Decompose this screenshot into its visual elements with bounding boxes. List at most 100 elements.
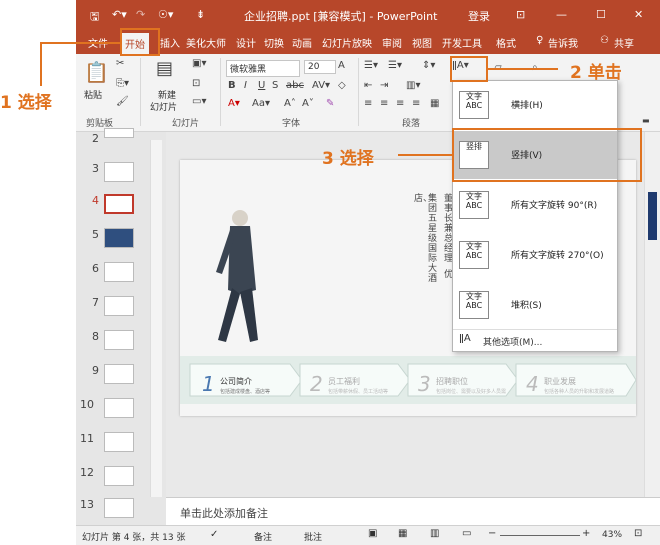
collapse-ribbon-icon[interactable]: ▬	[642, 116, 650, 125]
font-name-select[interactable]: 微软雅黑	[226, 60, 300, 77]
align-center-icon[interactable]: ≡	[380, 98, 388, 109]
undo-icon[interactable]: ↶▾	[112, 8, 127, 21]
slide-thumbnail[interactable]	[104, 498, 134, 518]
layout-icon[interactable]: ▣▾	[192, 58, 206, 69]
increase-indent-icon[interactable]: ⇥	[380, 80, 388, 91]
paste-button[interactable]: 粘贴	[84, 88, 102, 101]
clear-format-icon[interactable]: ◇	[338, 80, 346, 91]
justify-icon[interactable]: ≡	[412, 98, 420, 109]
tab-animations[interactable]: 动画	[292, 35, 312, 50]
dd-rotate-90[interactable]: 文字ABC 所有文字旋转 90°(R)	[453, 181, 617, 229]
save-icon[interactable]: 🖫	[90, 8, 99, 27]
notes-pane[interactable]: 单击此处添加备注	[166, 497, 660, 525]
fit-slide-icon[interactable]: ⊡	[634, 528, 642, 539]
scroll-thumb[interactable]	[648, 192, 657, 240]
font-color-icon[interactable]: A▾	[228, 98, 240, 109]
shadow-icon[interactable]: S	[272, 80, 278, 91]
qat-more-icon[interactable]: ⇟	[196, 8, 205, 21]
align-left-icon[interactable]: ≡	[364, 98, 372, 109]
redo-icon[interactable]: ↷	[136, 8, 145, 21]
rotate-270-icon: 文字ABC	[459, 241, 489, 269]
slide-thumbnail[interactable]	[104, 432, 134, 452]
tell-me-box[interactable]: 告诉我	[548, 35, 578, 50]
new-slide-label-2[interactable]: 幻灯片	[150, 100, 177, 113]
underline-icon[interactable]: U	[258, 80, 265, 91]
slide-thumbnail[interactable]	[104, 262, 134, 282]
share-button[interactable]: 共享	[614, 35, 634, 50]
slide-thumbnail[interactable]	[104, 228, 134, 248]
share-icon[interactable]: ⚇	[600, 35, 609, 46]
dd-more-options[interactable]: 其他选项(M)...	[483, 335, 542, 348]
new-slide-icon[interactable]: ▤	[156, 58, 173, 79]
highlight-icon[interactable]: ✎	[326, 98, 334, 109]
slide-info: 幻灯片 第 4 张，共 13 张	[82, 533, 186, 543]
slide-thumbnail[interactable]	[104, 296, 134, 316]
spellcheck-icon[interactable]: ✓	[210, 529, 218, 540]
thumbnails-scrollbar[interactable]	[150, 140, 162, 497]
strikethrough-icon[interactable]: abc	[286, 80, 304, 91]
copy-icon[interactable]: ⎘▾	[116, 78, 129, 89]
canvas-scrollbar[interactable]	[644, 132, 660, 497]
cut-icon[interactable]: ✂	[116, 58, 124, 69]
slide-thumbnail-selected[interactable]	[104, 194, 134, 214]
tab-review[interactable]: 审阅	[382, 35, 402, 50]
tab-slideshow[interactable]: 幻灯片放映	[322, 35, 372, 50]
slide-thumbnail[interactable]	[104, 330, 134, 350]
login-link[interactable]: 登录	[468, 8, 490, 24]
minimize-icon[interactable]: —	[556, 8, 567, 21]
numbering-icon[interactable]: ☰▾	[388, 60, 402, 71]
slide-thumbnail[interactable]	[104, 162, 134, 182]
bold-icon[interactable]: B	[228, 80, 236, 91]
line-spacing-icon[interactable]: ⇕▾	[422, 60, 435, 71]
dd-stacked[interactable]: 文字ABC 堆积(S)	[453, 281, 617, 329]
dd-horizontal[interactable]: 文字ABC 横排(H)	[453, 81, 617, 129]
tab-transitions[interactable]: 切换	[264, 35, 284, 50]
maximize-icon[interactable]: ☐	[596, 8, 606, 21]
align-right-icon[interactable]: ≡	[396, 98, 404, 109]
distributed-icon[interactable]: ▦	[430, 98, 439, 109]
walking-man-image	[216, 210, 258, 342]
tab-view[interactable]: 视图	[412, 35, 432, 50]
dd-rotate-270[interactable]: 文字ABC 所有文字旋转 270°(O)	[453, 231, 617, 279]
step-subtitle: 包括带薪休假、员工活动等	[328, 389, 389, 395]
sorter-view-icon[interactable]: ▦	[398, 528, 407, 539]
slide-thumbnail[interactable]	[104, 398, 134, 418]
char-spacing-icon[interactable]: AV▾	[312, 80, 330, 91]
decrease-font-icon[interactable]: A˅	[302, 98, 314, 109]
tab-developer[interactable]: 开发工具	[442, 35, 482, 50]
comments-button[interactable]: 批注	[304, 530, 322, 543]
font-grow-icon[interactable]: A	[338, 60, 345, 71]
font-size-select[interactable]: 20	[304, 60, 336, 74]
tab-design[interactable]: 设计	[236, 35, 256, 50]
zoom-level[interactable]: 43%	[602, 530, 622, 540]
clipboard-icon[interactable]: 📋	[84, 60, 109, 84]
slide-thumbnail[interactable]	[104, 364, 134, 384]
zoom-in-icon[interactable]: +	[582, 528, 590, 539]
change-case-icon[interactable]: Aa▾	[252, 98, 270, 109]
slideshow-icon[interactable]: ▭	[462, 528, 471, 539]
decrease-indent-icon[interactable]: ⇤	[364, 80, 372, 91]
slide-thumbnail[interactable]	[104, 466, 134, 486]
tab-insert[interactable]: 插入	[160, 35, 180, 50]
increase-font-icon[interactable]: A˄	[284, 98, 296, 109]
columns-icon[interactable]: ▥▾	[406, 80, 420, 91]
section-icon[interactable]: ▭▾	[192, 96, 206, 107]
bullets-icon[interactable]: ☰▾	[364, 60, 378, 71]
notes-placeholder[interactable]: 单击此处添加备注	[180, 505, 268, 521]
tab-format[interactable]: 格式	[496, 35, 516, 50]
tell-me-icon[interactable]: ♀	[536, 35, 543, 46]
slide-thumbnail[interactable]	[104, 128, 134, 138]
zoom-slider[interactable]	[500, 535, 580, 536]
zoom-out-icon[interactable]: −	[488, 528, 496, 539]
format-painter-icon[interactable]: 🖌	[116, 96, 129, 107]
notes-button[interactable]: 备注	[254, 530, 272, 543]
tab-beautify[interactable]: 美化大师	[186, 35, 226, 50]
reading-view-icon[interactable]: ▥	[430, 528, 439, 539]
slide-number: 6	[92, 262, 99, 275]
italic-icon[interactable]: I	[244, 80, 247, 91]
ribbon-display-icon[interactable]: ⊡	[516, 8, 525, 21]
normal-view-icon[interactable]: ▣	[368, 528, 377, 539]
close-icon[interactable]: ✕	[634, 8, 643, 21]
reset-icon[interactable]: ⊡	[192, 78, 200, 89]
qat-custom-icon[interactable]: ☉▾	[158, 8, 173, 21]
